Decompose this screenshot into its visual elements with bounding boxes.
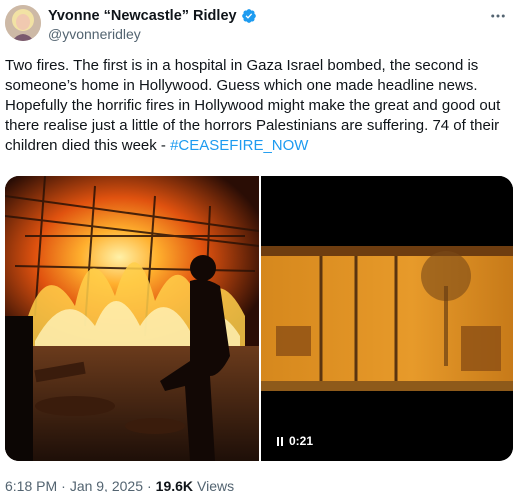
views-count: 19.6K bbox=[155, 478, 194, 492]
avatar[interactable] bbox=[5, 5, 41, 41]
tweet-time[interactable]: 6:18 PM bbox=[5, 478, 57, 492]
video-duration-badge: 0:21 bbox=[271, 431, 319, 451]
verified-badge-icon bbox=[241, 8, 257, 24]
hashtag-link[interactable]: #CEASEFIRE_NOW bbox=[170, 137, 308, 154]
pause-icon[interactable] bbox=[277, 436, 283, 446]
more-dots-icon[interactable] bbox=[486, 4, 510, 28]
tweet-meta: 6:18 PM · Jan 9, 2025 · 19.6K Views bbox=[5, 478, 234, 492]
media-grid: 0:21 bbox=[5, 176, 513, 461]
fire-photo[interactable] bbox=[5, 176, 259, 461]
tweet-date[interactable]: Jan 9, 2025 bbox=[70, 478, 143, 492]
video-duration: 0:21 bbox=[289, 434, 314, 448]
handle[interactable]: @yvonneridley bbox=[48, 26, 141, 42]
meta-separator: · bbox=[61, 478, 66, 492]
tweet-text: Two fires. The first is in a hospital in… bbox=[5, 56, 513, 156]
views-label: Views bbox=[197, 478, 235, 492]
meta-separator-2: · bbox=[146, 478, 152, 492]
display-name[interactable]: Yvonne “Newcastle” Ridley bbox=[48, 8, 237, 24]
video-player[interactable]: 0:21 bbox=[261, 176, 513, 461]
